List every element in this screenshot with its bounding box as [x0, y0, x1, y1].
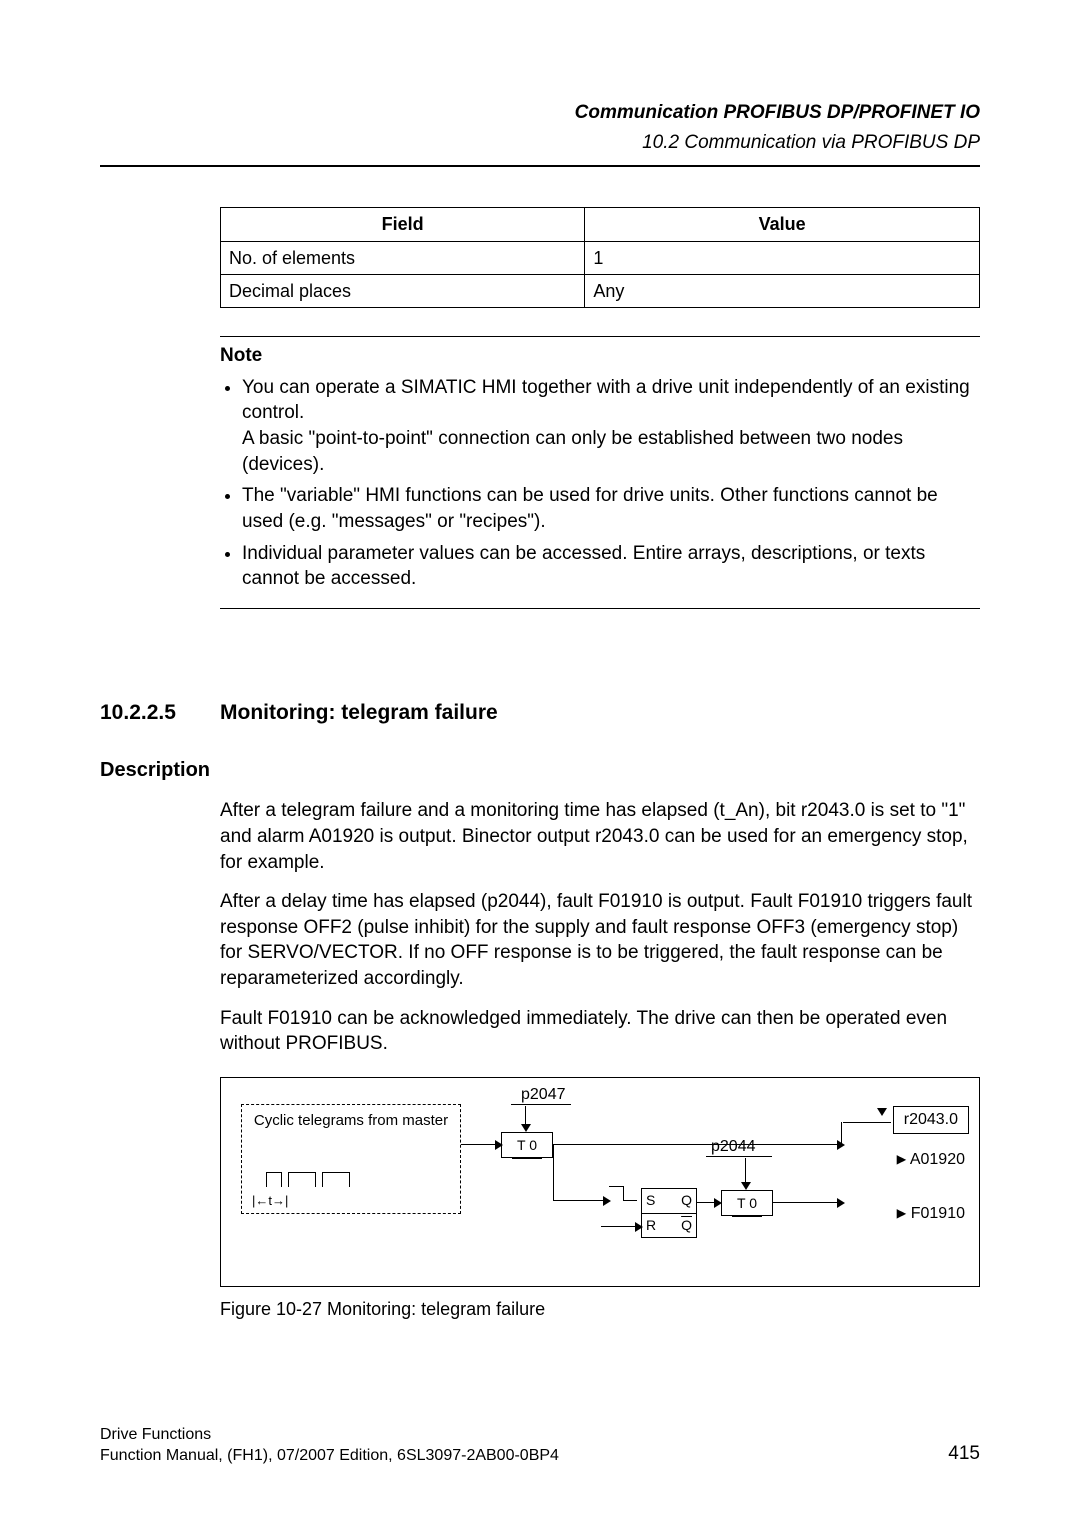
p2047-underline	[511, 1104, 571, 1105]
cyclic-label: Cyclic telegrams from master	[254, 1112, 448, 1129]
header-rule	[100, 165, 980, 167]
figure-caption: Figure 10-27 Monitoring: telegram failur…	[220, 1297, 980, 1321]
connector-line	[553, 1144, 554, 1200]
page-footer: Drive Functions Function Manual, (FH1), …	[100, 1425, 980, 1467]
timer-block-p2047: T 0	[501, 1132, 553, 1158]
section-number: 10.2.2.5	[100, 699, 220, 727]
paragraph: Fault F01910 can be acknowledged immedia…	[220, 1006, 980, 1057]
footer-line1: Drive Functions	[100, 1425, 559, 1446]
t-axis-label: |←t→|	[252, 1192, 288, 1210]
content-column: Field Value No. of elements 1 Decimal pl…	[220, 207, 980, 609]
note-text: Individual parameter values can be acces…	[242, 543, 925, 590]
arrow-right-icon	[553, 1144, 843, 1145]
arrow-right-icon	[773, 1202, 843, 1203]
page-number: 415	[948, 1441, 980, 1467]
running-head-main: Communication PROFIBUS DP/PROFINET IO	[100, 100, 980, 126]
cell-value: Any	[585, 274, 980, 307]
note-heading: Note	[220, 343, 980, 369]
arrow-down-icon	[745, 1158, 746, 1188]
flipflop-qbar: Q	[681, 1216, 692, 1235]
table-row: No. of elements 1	[221, 241, 980, 274]
list-item: The "variable" HMI functions can be used…	[242, 483, 980, 534]
cell-value: 1	[585, 241, 980, 274]
col-value: Value	[585, 208, 980, 241]
a01920-label: ▶ A01920	[897, 1148, 965, 1171]
section-heading: 10.2.2.5 Monitoring: telegram failure	[100, 699, 980, 727]
sr-flipflop: S Q R Q	[641, 1188, 697, 1238]
p2047-label: p2047	[521, 1084, 566, 1106]
connector-line	[841, 1122, 842, 1144]
paragraph: After a telegram failure and a monitorin…	[220, 798, 980, 875]
footer-left: Drive Functions Function Manual, (FH1), …	[100, 1425, 559, 1467]
page: Communication PROFIBUS DP/PROFINET IO 10…	[0, 0, 1080, 1527]
running-head-sub: 10.2 Communication via PROFIBUS DP	[100, 130, 980, 156]
arrow-right-icon	[601, 1226, 641, 1227]
connector-line	[843, 1122, 891, 1123]
note-list: You can operate a SIMATIC HMI together w…	[220, 375, 980, 592]
note-text: A basic "point-to-point" connection can …	[242, 428, 903, 475]
description-body: After a telegram failure and a monitorin…	[220, 798, 980, 1321]
description-heading: Description	[100, 757, 980, 784]
p2044-underline	[706, 1156, 772, 1157]
list-item: You can operate a SIMATIC HMI together w…	[242, 375, 980, 478]
col-field: Field	[221, 208, 585, 241]
arrow-right-icon	[461, 1144, 501, 1145]
note-text: You can operate a SIMATIC HMI together w…	[242, 377, 970, 424]
flipflop-q: Q	[681, 1191, 692, 1210]
cell-field: No. of elements	[221, 241, 585, 274]
p2044-label: p2044	[711, 1136, 756, 1158]
list-item: Individual parameter values can be acces…	[242, 541, 980, 592]
footer-line2: Function Manual, (FH1), 07/2007 Edition,…	[100, 1446, 559, 1467]
cyclic-telegrams-box: Cyclic telegrams from master |←t→|	[241, 1104, 461, 1214]
cell-field: Decimal places	[221, 274, 585, 307]
note-block: Note You can operate a SIMATIC HMI toget…	[220, 336, 980, 609]
arrow-down-icon	[525, 1106, 526, 1130]
arrow-right-icon	[696, 1202, 720, 1203]
field-value-table: Field Value No. of elements 1 Decimal pl…	[220, 207, 980, 308]
flipflop-s: S	[646, 1191, 655, 1210]
pulse-train-icon	[266, 1167, 356, 1187]
f01910-label: ▶ F01910	[897, 1202, 965, 1225]
section-title: Monitoring: telegram failure	[220, 699, 498, 727]
step-down-icon	[609, 1186, 639, 1206]
paragraph: After a delay time has elapsed (p2044), …	[220, 889, 980, 992]
table-row: Decimal places Any	[221, 274, 980, 307]
flipflop-r: R	[646, 1216, 656, 1235]
arrow-right-icon	[553, 1200, 609, 1201]
timer-block-p2044: T 0	[721, 1190, 773, 1216]
r2043-box: r2043.0	[893, 1106, 969, 1134]
figure-diagram: Cyclic telegrams from master |←t→| p2047…	[220, 1077, 980, 1287]
note-text: The "variable" HMI functions can be used…	[242, 485, 938, 532]
